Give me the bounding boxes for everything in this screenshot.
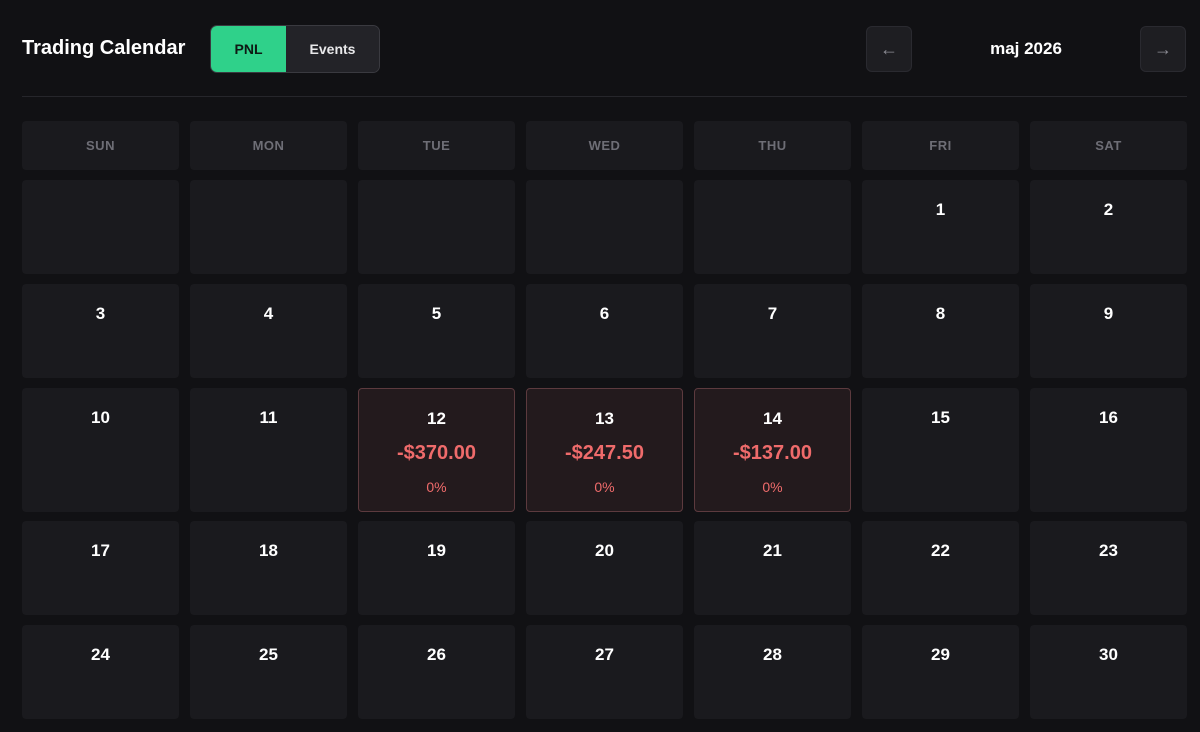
day-pnl-percent: 0%: [594, 479, 615, 495]
day-cell[interactable]: 16: [1030, 388, 1187, 512]
day-cell[interactable]: 22: [862, 521, 1019, 615]
day-cell[interactable]: 18: [190, 521, 347, 615]
day-number: 10: [91, 408, 110, 427]
weekday-tue: TUE: [358, 121, 515, 170]
day-number: 23: [1099, 541, 1118, 560]
day-cell[interactable]: 24: [22, 625, 179, 719]
day-number: 15: [931, 408, 950, 427]
day-number: 2: [1103, 200, 1114, 219]
day-number: 11: [259, 408, 278, 427]
empty-day-cell: [190, 180, 347, 274]
day-cell[interactable]: 6: [526, 284, 683, 378]
day-number: 26: [427, 645, 446, 664]
events-toggle-button[interactable]: Events: [286, 26, 379, 72]
day-cell[interactable]: 30: [1030, 625, 1187, 719]
page-title: Trading Calendar: [22, 37, 186, 59]
day-pnl-percent: 0%: [762, 479, 783, 495]
day-number: 19: [427, 541, 446, 560]
day-number: 7: [767, 304, 778, 323]
day-number: 14: [763, 409, 782, 428]
day-number: 9: [1103, 304, 1114, 323]
weekday-sun: SUN: [22, 121, 179, 170]
day-cell[interactable]: 10: [22, 388, 179, 512]
day-cell[interactable]: 21: [694, 521, 851, 615]
weekday-fri: FRI: [862, 121, 1019, 170]
day-pnl-percent: 0%: [426, 479, 447, 495]
month-label: maj 2026: [990, 39, 1062, 58]
empty-day-cell: [694, 180, 851, 274]
day-cell[interactable]: 9: [1030, 284, 1187, 378]
day-cell[interactable]: 25: [190, 625, 347, 719]
day-number: 28: [763, 645, 782, 664]
calendar-header: Trading Calendar PNL Events ← maj 2026 →: [22, 25, 1187, 73]
day-cell[interactable]: 28: [694, 625, 851, 719]
day-pnl-value: -$370.00: [397, 442, 476, 464]
day-number: 30: [1099, 645, 1118, 664]
arrow-left-icon: ←: [880, 38, 898, 59]
day-cell[interactable]: 19: [358, 521, 515, 615]
day-number: 5: [431, 304, 442, 323]
pnl-toggle-button[interactable]: PNL: [211, 26, 286, 72]
day-cell[interactable]: 23: [1030, 521, 1187, 615]
day-cell[interactable]: 29: [862, 625, 1019, 719]
empty-day-cell: [526, 180, 683, 274]
weekday-sat: SAT: [1030, 121, 1187, 170]
weekday-mon: MON: [190, 121, 347, 170]
day-number: 27: [595, 645, 614, 664]
day-number: 16: [1099, 408, 1118, 427]
day-number: 1: [935, 200, 946, 219]
day-cell[interactable]: 2: [1030, 180, 1187, 274]
day-number: 17: [91, 541, 110, 560]
day-number: 4: [263, 304, 274, 323]
day-cell[interactable]: 17: [22, 521, 179, 615]
day-number: 21: [763, 541, 782, 560]
day-number: 18: [259, 541, 278, 560]
day-cell[interactable]: 14 -$137.00 0%: [694, 388, 851, 512]
day-cell[interactable]: 5: [358, 284, 515, 378]
day-number: 6: [599, 304, 610, 323]
day-number: 13: [595, 409, 614, 428]
prev-month-button[interactable]: ←: [866, 26, 912, 72]
day-number: 20: [595, 541, 614, 560]
view-toggle: PNL Events: [210, 25, 380, 73]
day-cell[interactable]: 13 -$247.50 0%: [526, 388, 683, 512]
empty-day-cell: [358, 180, 515, 274]
day-cell[interactable]: 12 -$370.00 0%: [358, 388, 515, 512]
day-cell[interactable]: 3: [22, 284, 179, 378]
day-pnl-value: -$137.00: [733, 442, 812, 464]
empty-day-cell: [22, 180, 179, 274]
weekday-wed: WED: [526, 121, 683, 170]
day-number: 8: [935, 304, 946, 323]
day-cell[interactable]: 7: [694, 284, 851, 378]
day-cell[interactable]: 4: [190, 284, 347, 378]
day-number: 22: [931, 541, 950, 560]
day-pnl-value: -$247.50: [565, 442, 644, 464]
day-number: 12: [427, 409, 446, 428]
day-number: 29: [931, 645, 950, 664]
day-number: 24: [91, 645, 110, 664]
day-number: 3: [95, 304, 106, 323]
day-number: 25: [259, 645, 278, 664]
header-divider: [22, 96, 1187, 97]
day-cell[interactable]: 26: [358, 625, 515, 719]
weekday-thu: THU: [694, 121, 851, 170]
day-cell[interactable]: 20: [526, 521, 683, 615]
arrow-right-icon: →: [1154, 38, 1172, 59]
day-cell[interactable]: 1: [862, 180, 1019, 274]
day-cell[interactable]: 11: [190, 388, 347, 512]
day-cell[interactable]: 15: [862, 388, 1019, 512]
next-month-button[interactable]: →: [1140, 26, 1186, 72]
day-cell[interactable]: 27: [526, 625, 683, 719]
calendar-grid: SUN MON TUE WED THU FRI SAT 1 2 3 4 5 6 7 8 9 10 1…: [22, 121, 1187, 719]
day-cell[interactable]: 8: [862, 284, 1019, 378]
